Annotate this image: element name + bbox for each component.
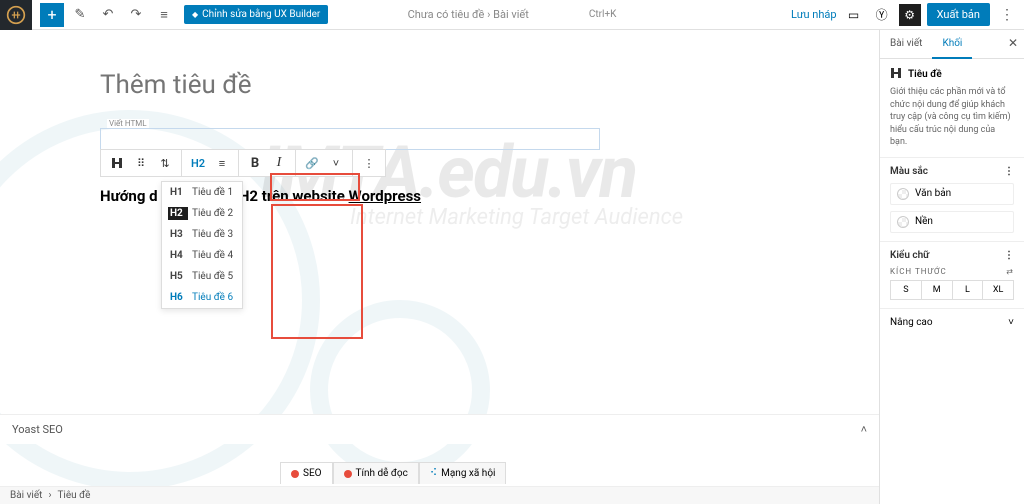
- color-swatch-icon: [897, 188, 909, 200]
- html-block-outline[interactable]: Viết HTML: [100, 128, 600, 150]
- add-block-button[interactable]: +: [40, 3, 64, 27]
- heading-option-h6[interactable]: H6Tiêu đề 6: [162, 287, 242, 308]
- link-button[interactable]: 🔗: [300, 151, 324, 175]
- sidebar-close-icon[interactable]: ✕: [1008, 36, 1018, 50]
- size-settings-icon[interactable]: ⇄: [1006, 267, 1014, 276]
- block-info-section: Tiêu đề Giới thiệu các phần mới và tổ ch…: [880, 59, 1024, 158]
- block-description: Giới thiệu các phần mới và tổ chức nội d…: [890, 86, 1014, 149]
- heading-option-h1[interactable]: H1Tiêu đề 1: [162, 182, 242, 203]
- settings-panel-toggle[interactable]: ⚙: [899, 4, 921, 26]
- block-options-icon[interactable]: ⋮: [357, 151, 381, 175]
- more-options-icon[interactable]: ⋮: [996, 7, 1018, 23]
- watermark-sub: Internet Marketing Target Audience: [350, 205, 879, 230]
- breadcrumb-item[interactable]: Bài viết: [10, 490, 42, 501]
- yoast-tabs: SEO Tính dễ đọc ⠪Mạng xã hội: [280, 462, 506, 484]
- topbar-right: Lưu nháp ▭ Ⓨ ⚙ Xuất bản ⋮: [791, 3, 1018, 26]
- wp-logo[interactable]: [0, 0, 32, 30]
- settings-sidebar: Bài viết Khối ✕ Tiêu đề Giới thiệu các p…: [879, 30, 1024, 504]
- heading-option-h5[interactable]: H5Tiêu đề 5: [162, 266, 242, 287]
- heading-block-icon[interactable]: [105, 151, 129, 175]
- ux-builder-button[interactable]: Chỉnh sửa bằng UX Builder: [184, 5, 328, 24]
- block-toolbar: ⠿ ⇅ H2 ≡ B I 🔗 ˅ ⋮: [100, 149, 386, 177]
- site-logo-icon: [6, 5, 26, 25]
- editor-topbar: + ✎ ↶ ↷ ≡ Chỉnh sửa bằng UX Builder Chưa…: [0, 0, 1024, 30]
- more-rich-text-icon[interactable]: ˅: [324, 151, 348, 175]
- color-swatch-icon: [897, 216, 909, 228]
- size-xl[interactable]: XL: [983, 281, 1013, 299]
- font-size-picker: S M L XL: [890, 280, 1014, 300]
- section-heading: Màu sắc: [890, 166, 928, 177]
- doc-shortcut: Ctrl+K: [589, 9, 617, 20]
- heading-level-button[interactable]: H2: [186, 151, 210, 175]
- doc-title-text: Chưa có tiêu đề › Bài viết: [408, 8, 529, 21]
- preview-icon[interactable]: ▭: [843, 4, 865, 26]
- save-draft-link[interactable]: Lưu nháp: [791, 8, 837, 21]
- yoast-icon[interactable]: Ⓨ: [871, 4, 893, 26]
- block-area: Viết HTML ⠿ ⇅ H2 ≡ B I 🔗 ˅: [100, 128, 779, 205]
- bold-button[interactable]: B: [243, 151, 267, 175]
- block-type-label: Viết HTML: [107, 119, 149, 128]
- breadcrumb-separator: ›: [48, 490, 51, 501]
- chevron-down-icon: ˅: [1008, 317, 1014, 328]
- publish-button[interactable]: Xuất bản: [927, 3, 990, 26]
- heading-option-h4[interactable]: H4Tiêu đề 4: [162, 245, 242, 266]
- color-section: Màu sắc ⋮ Văn bản Nền: [880, 158, 1024, 242]
- details-button[interactable]: ≡: [152, 3, 176, 27]
- align-button[interactable]: ≡: [210, 151, 234, 175]
- heading-option-h3[interactable]: H3Tiêu đề 3: [162, 224, 242, 245]
- block-breadcrumb: Bài viết › Tiêu đề: [0, 486, 879, 504]
- post-title-input[interactable]: [100, 70, 779, 100]
- sidebar-tab-post[interactable]: Bài viết: [880, 30, 932, 58]
- section-heading: Kiểu chữ: [890, 250, 929, 261]
- section-options-icon[interactable]: ⋮: [1004, 250, 1014, 261]
- redo-button[interactable]: ↷: [124, 3, 148, 27]
- edit-tool-icon[interactable]: ✎: [68, 3, 92, 27]
- heading-level-dropdown: H1Tiêu đề 1 H2Tiêu đề 2 H3Tiêu đề 3 H4Ti…: [161, 181, 243, 309]
- sidebar-tab-block[interactable]: Khối: [932, 30, 972, 59]
- editor-content: Viết HTML ⠿ ⇅ H2 ≡ B I 🔗 ˅: [0, 30, 879, 205]
- yoast-tab-seo[interactable]: SEO: [280, 462, 333, 484]
- advanced-panel-toggle[interactable]: Nâng cao ˅: [880, 309, 1024, 336]
- size-s[interactable]: S: [891, 281, 922, 299]
- document-title[interactable]: Chưa có tiêu đề › Bài viết Ctrl+K: [408, 8, 617, 21]
- typography-section: Kiểu chữ ⋮ KÍCH THƯỚC ⇄ S M L XL: [880, 242, 1024, 309]
- drag-handle-icon[interactable]: ⠿: [129, 151, 153, 175]
- move-arrows-icon[interactable]: ⇅: [153, 151, 177, 175]
- annotation-box: [271, 204, 363, 339]
- size-label: KÍCH THƯỚC: [890, 267, 947, 276]
- italic-button[interactable]: I: [267, 151, 291, 175]
- advanced-label: Nâng cao: [890, 317, 933, 328]
- heading-text-link: Wordpress: [349, 187, 421, 205]
- heading-text-part: Hướng d: [100, 187, 158, 205]
- undo-button[interactable]: ↶: [96, 3, 120, 27]
- background-color-button[interactable]: Nền: [890, 211, 1014, 233]
- yoast-metabox-header[interactable]: Yoast SEO˄: [0, 414, 879, 444]
- size-l[interactable]: L: [953, 281, 984, 299]
- yoast-tab-social[interactable]: ⠪Mạng xã hội: [419, 462, 507, 484]
- block-title: Tiêu đề: [908, 69, 942, 80]
- text-color-button[interactable]: Văn bản: [890, 183, 1014, 205]
- heading-text-part: o H2 trên website: [227, 187, 349, 205]
- yoast-tab-readability[interactable]: Tính dễ đọc: [333, 462, 419, 484]
- heading-block-icon: [890, 67, 902, 82]
- sidebar-tabs: Bài viết Khối ✕: [880, 30, 1024, 59]
- heading-option-h2[interactable]: H2Tiêu đề 2: [162, 203, 242, 224]
- section-options-icon[interactable]: ⋮: [1004, 166, 1014, 177]
- size-m[interactable]: M: [922, 281, 953, 299]
- breadcrumb-item[interactable]: Tiêu đề: [57, 490, 90, 501]
